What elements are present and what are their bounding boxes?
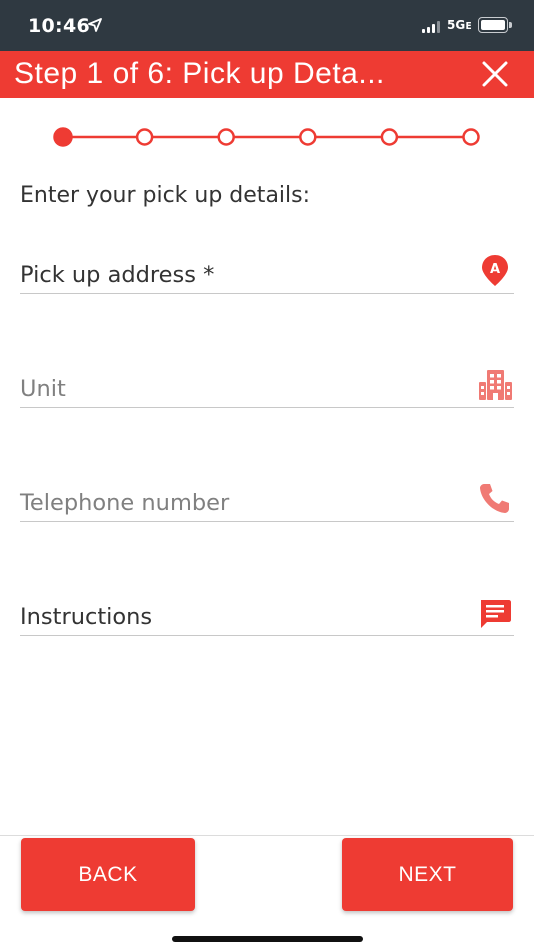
pickup-address-field[interactable]: Pick up address * A: [20, 244, 514, 294]
form-prompt: Enter your pick up details:: [20, 183, 311, 208]
phone-icon: [480, 484, 509, 513]
page-title: Step 1 of 6: Pick up Deta...: [14, 57, 385, 90]
unit-placeholder: Unit: [20, 376, 66, 402]
status-time: 10:46: [28, 15, 90, 37]
network-type: 5Gᴇ: [447, 18, 472, 32]
signal-strength-icon: [422, 21, 442, 33]
message-icon: [481, 600, 511, 628]
close-button[interactable]: [476, 55, 514, 93]
status-bar: 10:46 5Gᴇ: [0, 0, 534, 51]
footer-divider: [0, 835, 534, 836]
back-button[interactable]: BACK: [21, 838, 195, 911]
step-progress-indicator: [53, 127, 480, 147]
map-pin-letter: A: [490, 262, 500, 277]
map-pin-icon[interactable]: A: [478, 253, 512, 287]
step-dot: [462, 128, 480, 146]
unit-field[interactable]: Unit: [20, 358, 514, 408]
step-dot: [380, 128, 399, 146]
instructions-field[interactable]: Instructions: [20, 586, 514, 636]
step-dot: [217, 128, 235, 146]
header-bar: Step 1 of 6: Pick up Deta...: [0, 51, 534, 98]
step-dot-current: [53, 127, 73, 147]
battery-icon: [478, 17, 512, 33]
home-indicator: [172, 936, 363, 942]
step-dot: [135, 128, 154, 146]
building-icon: [479, 370, 512, 400]
instructions-label: Instructions: [20, 604, 153, 630]
pickup-address-label: Pick up address *: [20, 262, 215, 288]
close-icon: [482, 61, 508, 87]
next-button[interactable]: NEXT: [342, 838, 513, 911]
telephone-field[interactable]: Telephone number: [20, 472, 514, 522]
location-arrow-icon: [88, 18, 102, 32]
telephone-placeholder: Telephone number: [20, 490, 230, 516]
step-dot: [299, 128, 317, 146]
